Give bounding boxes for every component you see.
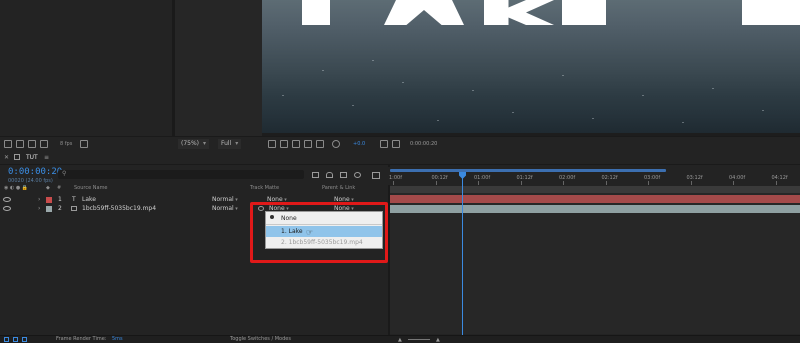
number-header: # — [57, 185, 62, 191]
exposure-value[interactable]: +0.0 — [353, 141, 365, 147]
label-header-icon: ◆ — [46, 185, 50, 191]
project-panel — [0, 0, 172, 136]
folder-icon[interactable] — [16, 140, 24, 148]
transparency-grid-icon[interactable] — [280, 140, 288, 148]
trash-icon[interactable] — [80, 140, 88, 148]
highlight-annotation — [250, 202, 388, 263]
comp-flowchart-icon[interactable] — [312, 172, 319, 178]
zoom-dropdown[interactable]: (75%) — [178, 139, 210, 149]
layer-name[interactable]: Lake — [82, 196, 96, 203]
title-letter-a — [384, 0, 464, 25]
ruler-tick-label: 04:12f — [771, 175, 788, 181]
source-name-header[interactable]: Source Name — [74, 185, 108, 191]
title-letter-e — [562, 0, 606, 25]
composition-icon[interactable] — [4, 140, 12, 148]
ruler-tick-mark — [648, 181, 649, 185]
visibility-eye-icon[interactable] — [3, 206, 11, 211]
ruler-tick-label: 03:12f — [686, 175, 703, 181]
close-icon[interactable]: ✕ — [4, 154, 9, 161]
tab-menu-icon[interactable]: ≡ — [44, 154, 49, 161]
ruler-tick-label: 01:12f — [516, 175, 533, 181]
layer-label-color[interactable] — [46, 197, 52, 203]
visibility-eye-icon[interactable] — [3, 197, 11, 202]
ruler-tick-label: 00:12f — [431, 175, 448, 181]
toggle-switches-modes[interactable]: Toggle Switches / Modes — [230, 336, 291, 342]
layer-index: 2 — [58, 205, 62, 212]
timeline-tab-bar: ✕ TUT ≡ — [0, 151, 800, 165]
tab-tut[interactable]: TUT — [26, 154, 38, 161]
viewer-toolbar: 8 fps (75%) Full +0.0 0:00:00:20 — [0, 136, 800, 151]
comp-range-band — [390, 186, 800, 193]
composition-viewer[interactable] — [262, 0, 800, 133]
ruler-tick-label: 01:00f — [474, 175, 491, 181]
region-of-interest-icon[interactable] — [268, 140, 276, 148]
zoom-slider[interactable] — [408, 339, 430, 340]
av-switches-header: ◉ ◐ ● 🔒 — [4, 185, 29, 191]
ruler-tick-mark — [478, 181, 479, 185]
ruler-tick-label: 1:00f — [389, 175, 402, 181]
expand-arrow-icon[interactable]: › — [38, 205, 40, 212]
snapshot-icon[interactable] — [380, 140, 388, 148]
ruler-tick-label: 02:12f — [601, 175, 618, 181]
menu-icon[interactable] — [14, 154, 20, 160]
exposure-icon[interactable] — [332, 140, 340, 148]
show-snapshot-icon[interactable] — [392, 140, 400, 148]
inout-toggle-icon[interactable] — [22, 337, 27, 342]
mask-visibility-icon[interactable] — [292, 140, 300, 148]
zoom-in-icon[interactable]: ▲ — [436, 337, 440, 343]
viewer-current-time[interactable]: 0:00:00:20 — [410, 141, 437, 147]
frame-count: 00020 (24.00 fps) — [8, 178, 53, 184]
ruler-tick-mark — [690, 181, 692, 185]
blend-mode-dropdown[interactable]: Normal — [212, 205, 238, 212]
frame-render-time-value: 5ms — [112, 336, 123, 342]
channel-icon[interactable] — [316, 140, 324, 148]
ruler-tick-mark — [605, 181, 607, 185]
ruler-tick-mark — [393, 181, 394, 185]
text-layer-icon: T — [72, 196, 76, 203]
draft-3d-icon[interactable] — [326, 172, 333, 178]
current-timecode[interactable]: 0:00:00:20 — [8, 167, 62, 177]
layer-name[interactable]: 1bcb59ff-5035bc19.mp4 — [82, 205, 156, 212]
layer-search-input[interactable]: ⚲ — [58, 170, 304, 179]
ruler-tick-label: 03:00f — [644, 175, 661, 181]
ruler-tick-label: 04:00f — [729, 175, 746, 181]
frame-render-time-label: Frame Render Time: — [56, 336, 107, 342]
parent-link-header[interactable]: Parent & Link — [322, 185, 355, 191]
layer-2-duration-bar[interactable] — [390, 205, 800, 213]
ruler-tick-mark — [520, 181, 522, 185]
grid-icon[interactable] — [304, 140, 312, 148]
title-letter-edge — [742, 0, 800, 25]
search-icon: ⚲ — [62, 170, 67, 177]
ruler-tick-mark — [435, 181, 437, 185]
title-letter-k — [484, 0, 554, 25]
fps-label: 8 fps — [60, 141, 73, 147]
graph-editor-icon[interactable] — [372, 172, 380, 179]
layer-index: 1 — [58, 196, 62, 203]
ruler-tick-mark — [733, 181, 734, 185]
color-depth-icon[interactable] — [28, 140, 36, 148]
title-letter-l — [302, 0, 330, 25]
track-matte-header[interactable]: Track Matte — [250, 185, 279, 191]
blend-mode-dropdown[interactable]: Normal — [212, 196, 238, 203]
resolution-dropdown[interactable]: Full — [218, 139, 242, 149]
transfer-toggle-icon[interactable] — [13, 337, 18, 342]
ruler-tick-label: 02:00f — [559, 175, 576, 181]
ruler-tick-mark — [775, 181, 777, 185]
footage-layer-icon — [71, 206, 77, 211]
ruler-tick-mark — [563, 181, 564, 185]
pin-icon[interactable] — [40, 140, 48, 148]
work-area-bar[interactable] — [390, 169, 666, 172]
expand-arrow-icon[interactable]: › — [38, 196, 40, 203]
shy-icon[interactable] — [340, 172, 347, 178]
layer-1-duration-bar[interactable] — [390, 195, 800, 203]
render-toggle-icon[interactable] — [4, 337, 9, 342]
composition-pasteboard — [175, 0, 262, 136]
playhead-line[interactable] — [462, 172, 463, 335]
layer-label-color[interactable] — [46, 206, 52, 212]
timeline-status-bar: Frame Render Time: 5ms Toggle Switches /… — [0, 335, 800, 343]
zoom-out-icon[interactable]: ▲ — [398, 337, 402, 343]
frame-blend-icon[interactable] — [354, 172, 361, 178]
